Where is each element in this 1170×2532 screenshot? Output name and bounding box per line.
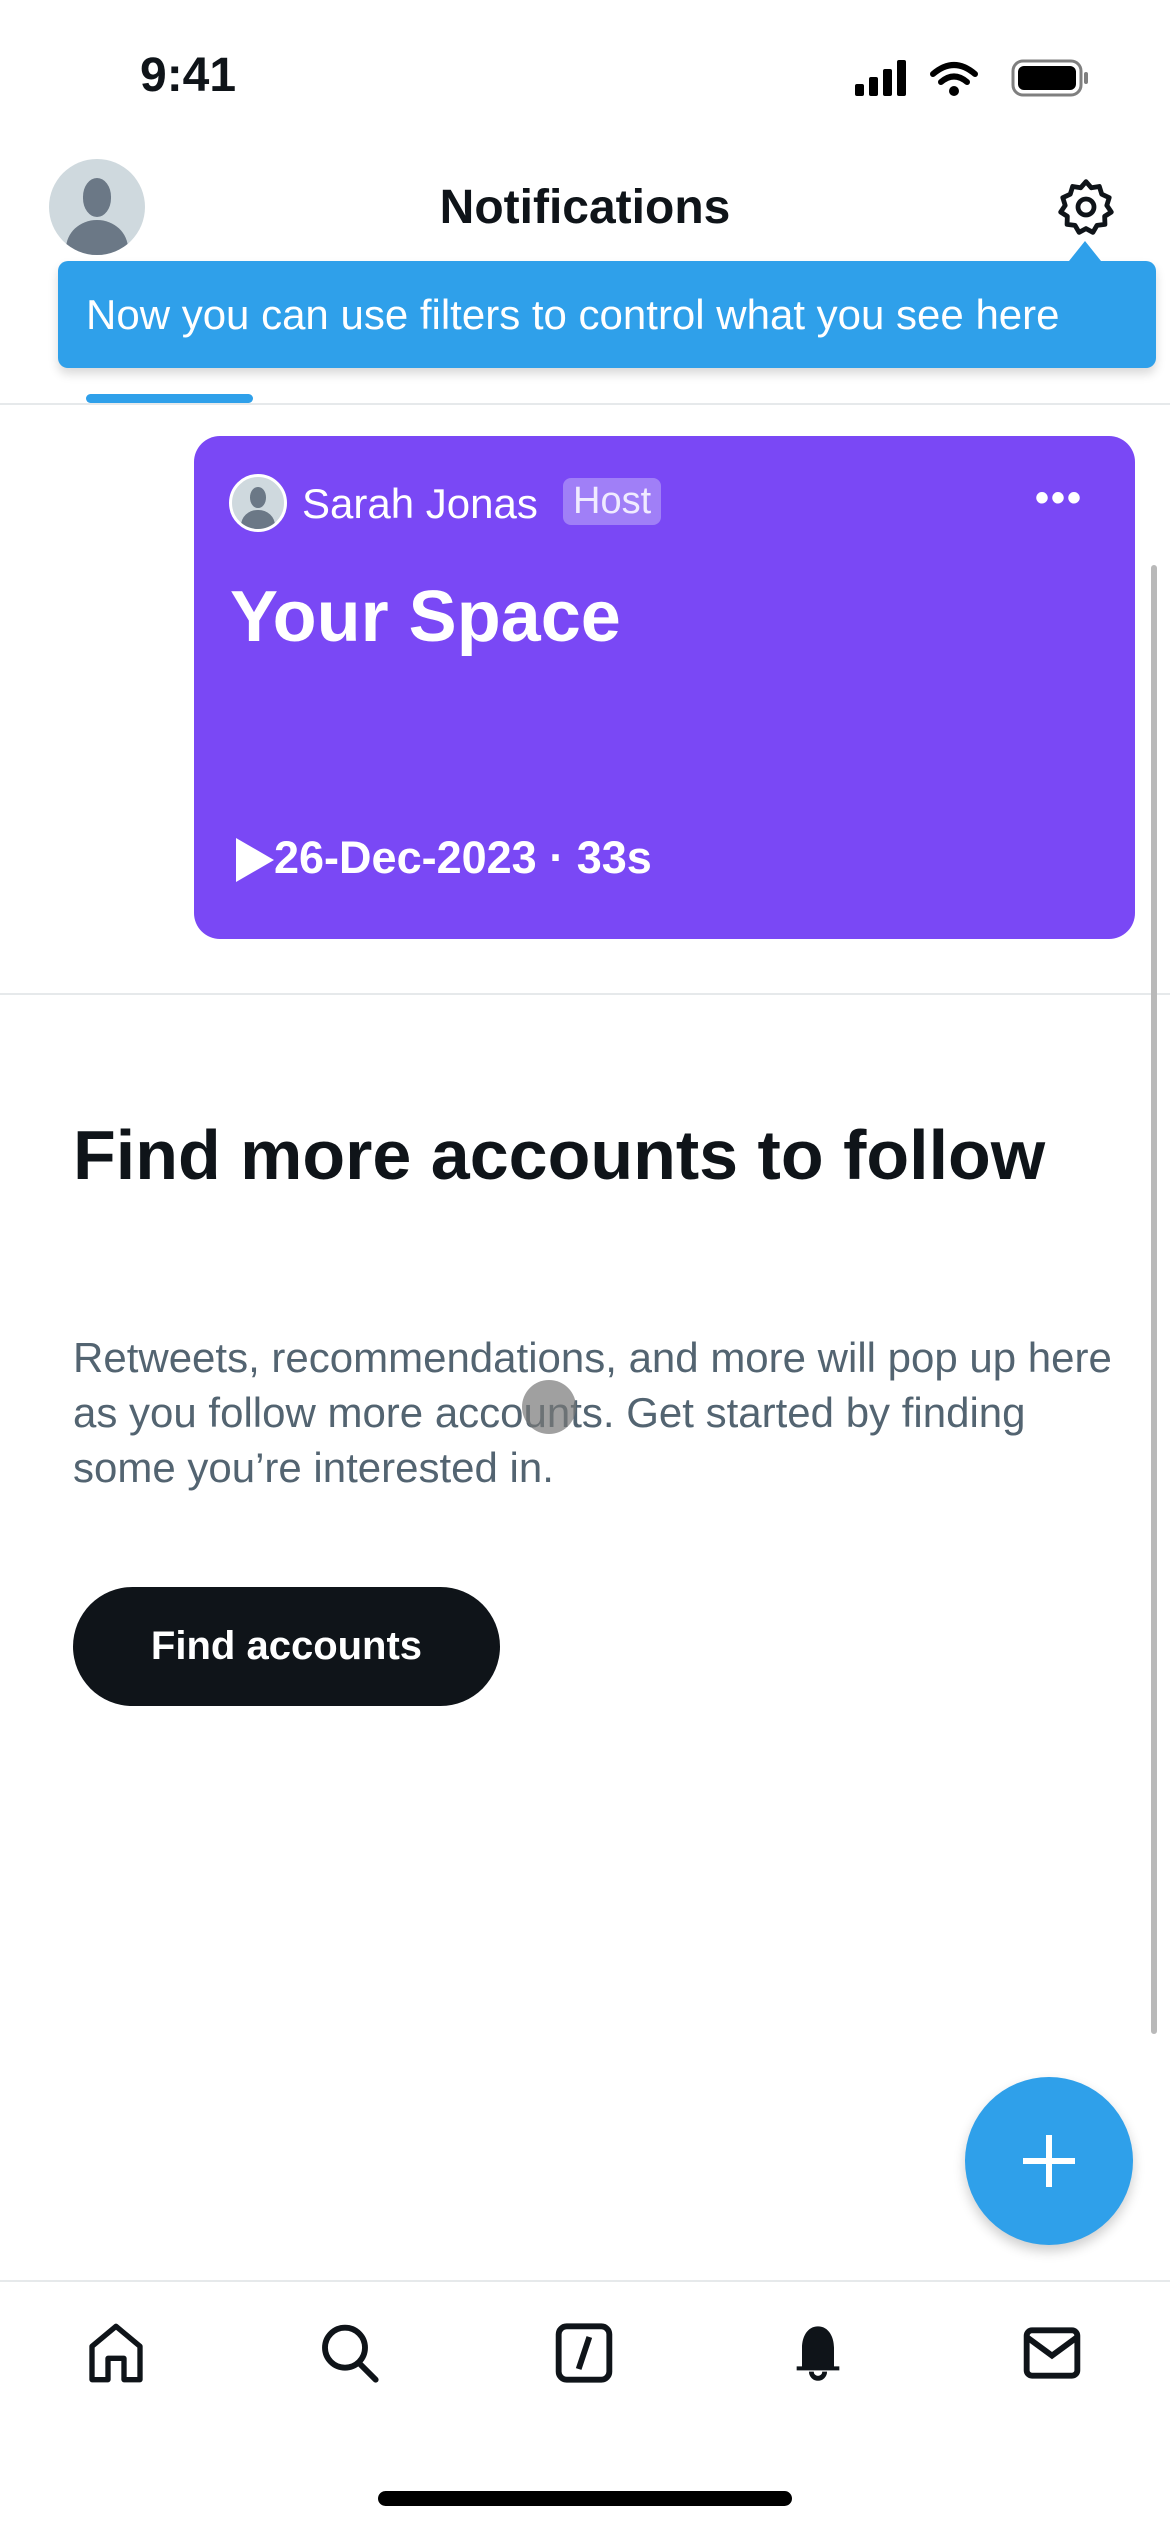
scrollbar[interactable] — [1151, 565, 1157, 2034]
tooltip-text: Now you can use filters to control what … — [86, 290, 1060, 338]
space-date: 26-Dec-2023 — [274, 832, 537, 883]
play-icon[interactable] — [236, 838, 274, 882]
messages-icon[interactable] — [1020, 2321, 1084, 2385]
signal-icon — [855, 60, 906, 96]
find-accounts-button[interactable]: Find accounts — [73, 1587, 500, 1706]
search-icon[interactable] — [317, 2321, 381, 2385]
divider — [0, 993, 1170, 995]
host-avatar — [229, 474, 287, 532]
page-title: Notifications — [439, 181, 731, 234]
compose-fab-button[interactable] — [965, 2077, 1133, 2245]
home-indicator[interactable] — [378, 2491, 792, 2506]
space-title: Your Space — [230, 577, 621, 657]
more-options-icon[interactable]: ••• — [1035, 476, 1083, 521]
spaces-icon[interactable] — [552, 2321, 616, 2385]
tab-indicator — [86, 394, 253, 403]
divider — [0, 403, 1170, 405]
bottom-nav-divider — [0, 2280, 1170, 2282]
filters-tooltip[interactable]: Now you can use filters to control what … — [58, 241, 1156, 368]
status-time: 9:41 — [140, 49, 237, 102]
space-meta: 26-Dec-2023 · 33s — [274, 832, 652, 884]
wifi-icon — [930, 62, 978, 85]
plus-icon — [1023, 2135, 1075, 2187]
notifications-icon[interactable] — [786, 2321, 850, 2385]
status-icons — [855, 59, 1088, 97]
empty-state-body: Retweets, recommendations, and more will… — [73, 1334, 1112, 1491]
battery-icon — [1011, 59, 1088, 97]
empty-state-heading: Find more accounts to follow — [73, 1116, 1046, 1194]
find-accounts-label: Find accounts — [150, 1624, 423, 1668]
space-duration: 33s — [576, 832, 652, 883]
space-card[interactable]: Sarah Jonas Host ••• Your Space 26-Dec-2… — [194, 436, 1135, 939]
touch-indicator — [522, 1380, 576, 1434]
meta-separator: · — [549, 832, 565, 883]
host-badge: Host — [563, 478, 662, 525]
home-icon[interactable] — [84, 2321, 148, 2385]
gear-icon[interactable] — [1054, 175, 1118, 239]
host-name: Sarah Jonas — [302, 480, 538, 527]
